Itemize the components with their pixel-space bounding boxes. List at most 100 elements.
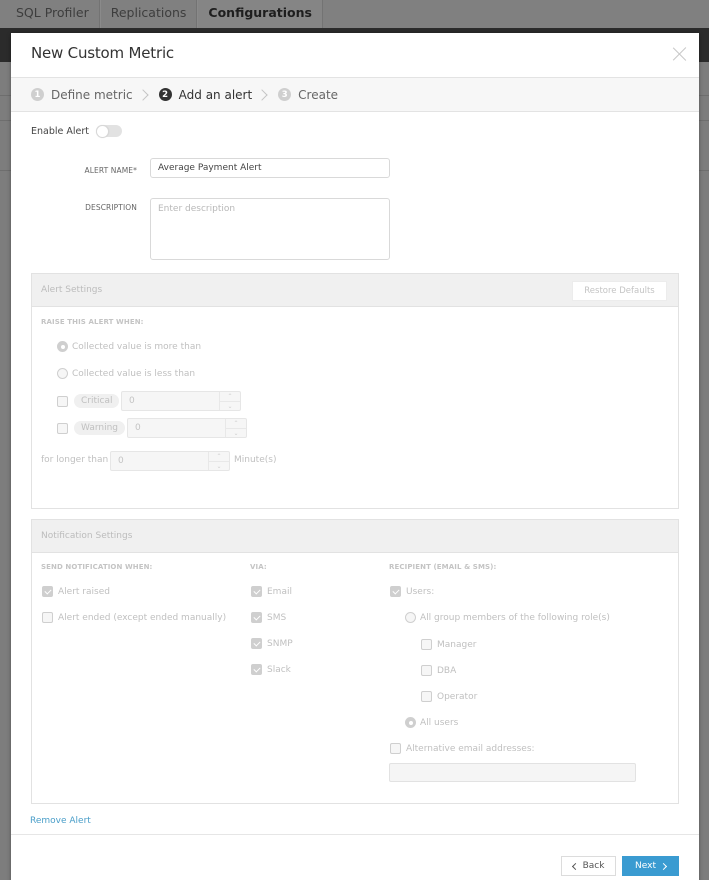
back-label: Back xyxy=(582,861,605,871)
option-label: Collected value is more than xyxy=(72,341,202,352)
radio-icon xyxy=(405,612,416,623)
notification-settings-header: Notification Settings xyxy=(32,520,678,553)
chevron-right-icon xyxy=(136,88,149,101)
warning-checkbox[interactable]: Warning xyxy=(57,421,126,435)
notification-settings-panel: Notification Settings SEND NOTIFICATION … xyxy=(31,519,679,804)
chevron-up-icon[interactable]: ⌃ xyxy=(226,419,246,429)
description-input[interactable] xyxy=(150,198,390,260)
wizard-steps: 1 Define metric 2 Add an alert 3 Create xyxy=(11,77,699,112)
back-button[interactable]: Back xyxy=(561,856,616,876)
step-define-metric[interactable]: 1 Define metric xyxy=(31,88,133,102)
via-snmp-checkbox[interactable]: SNMP xyxy=(251,638,293,649)
chevron-down-icon[interactable]: ⌄ xyxy=(220,402,240,411)
role-manager-checkbox[interactable]: Manager xyxy=(421,639,476,650)
checkbox-checked-icon xyxy=(42,586,53,597)
alert-settings-panel: Alert Settings Restore Defaults RAISE TH… xyxy=(31,273,679,509)
step-number: 1 xyxy=(31,88,44,101)
step-label: Define metric xyxy=(51,87,133,102)
toggle-knob xyxy=(96,124,109,138)
critical-value-stepper[interactable]: 0 ⌃ ⌄ xyxy=(121,391,241,411)
checkbox-icon xyxy=(390,743,401,754)
chevron-left-icon xyxy=(571,862,579,870)
stepper-value: 0 xyxy=(129,396,135,406)
checkbox-label: Users: xyxy=(406,586,435,597)
role-operator-checkbox[interactable]: Operator xyxy=(421,691,477,702)
duration-unit: Minute(s) xyxy=(234,455,277,465)
alert-settings-header: Alert Settings Restore Defaults xyxy=(32,274,678,307)
modal-title: New Custom Metric xyxy=(31,44,174,62)
close-icon[interactable] xyxy=(673,47,687,61)
background-nav: SQL Profiler Replications Configurations xyxy=(0,0,709,28)
nav-tab-replications[interactable]: Replications xyxy=(99,0,198,28)
modal-footer: Back Next xyxy=(11,834,699,880)
checkbox-icon xyxy=(421,691,432,702)
group-members-radio[interactable]: All group members of the following role(… xyxy=(405,612,610,623)
nav-tab-configurations[interactable]: Configurations xyxy=(197,0,323,28)
checkbox-label: Manager xyxy=(437,639,477,650)
radio-icon xyxy=(57,368,68,379)
checkbox-label: Operator xyxy=(437,691,478,702)
restore-defaults-button[interactable]: Restore Defaults xyxy=(572,281,667,301)
stepper-arrows[interactable]: ⌃ ⌄ xyxy=(219,392,240,410)
alert-settings-title: Alert Settings xyxy=(41,285,103,295)
enable-alert-row: Enable Alert xyxy=(31,124,122,138)
radio-selected-icon xyxy=(405,717,416,728)
checkbox-icon xyxy=(42,612,53,623)
checkbox-icon xyxy=(57,395,68,407)
checkbox-label: DBA xyxy=(437,665,457,676)
warning-value-stepper[interactable]: 0 ⌃ ⌄ xyxy=(127,418,247,438)
nav-tab-sql-profiler[interactable]: SQL Profiler xyxy=(0,0,100,28)
alert-name-label: ALERT NAME* xyxy=(84,166,137,175)
step-number: 2 xyxy=(158,88,172,101)
via-slack-checkbox[interactable]: Slack xyxy=(251,664,291,675)
option-more-than[interactable]: Collected value is more than xyxy=(57,341,201,352)
stepper-value: 0 xyxy=(118,456,124,466)
critical-checkbox[interactable]: Critical xyxy=(57,394,120,408)
step-number: 3 xyxy=(278,88,292,101)
checkbox-label: Alternative email addresses: xyxy=(406,743,535,754)
checkbox-label: Alert raised xyxy=(58,586,110,597)
step-add-alert[interactable]: 2 Add an alert xyxy=(158,87,253,102)
step-label: Add an alert xyxy=(178,87,253,102)
chevron-down-icon[interactable]: ⌄ xyxy=(209,462,229,471)
alert-raised-checkbox[interactable]: Alert raised xyxy=(42,586,110,597)
alert-name-input[interactable] xyxy=(150,158,390,178)
via-sms-checkbox[interactable]: SMS xyxy=(251,612,286,623)
radio-label: All group members of the following role(… xyxy=(420,612,610,623)
chevron-right-icon xyxy=(659,862,668,870)
users-checkbox[interactable]: Users: xyxy=(390,586,434,597)
chevron-down-icon[interactable]: ⌄ xyxy=(226,429,246,438)
checkbox-label: Alert ended (except ended manually) xyxy=(58,612,227,623)
checkbox-checked-icon xyxy=(251,664,262,675)
alert-ended-checkbox[interactable]: Alert ended (except ended manually) xyxy=(42,612,226,623)
role-dba-checkbox[interactable]: DBA xyxy=(421,665,456,676)
warning-pill: Warning xyxy=(74,421,126,435)
duration-stepper[interactable]: 0 ⌃ ⌄ xyxy=(110,451,230,471)
radio-selected-icon xyxy=(57,341,68,352)
stepper-arrows[interactable]: ⌃ ⌄ xyxy=(208,452,229,470)
checkbox-checked-icon xyxy=(251,586,262,597)
radio-label: All users xyxy=(420,717,459,728)
checkbox-checked-icon xyxy=(390,586,401,597)
checkbox-icon xyxy=(421,665,432,676)
via-email-checkbox[interactable]: Email xyxy=(251,586,292,597)
option-less-than[interactable]: Collected value is less than xyxy=(57,368,195,379)
alt-email-input[interactable] xyxy=(389,763,636,782)
alt-email-checkbox[interactable]: Alternative email addresses: xyxy=(390,743,535,754)
recipient-label: RECIPIENT (EMAIL & SMS): xyxy=(389,563,497,571)
next-label: Next xyxy=(635,861,656,871)
option-label: Collected value is less than xyxy=(72,368,196,379)
step-create[interactable]: 3 Create xyxy=(278,88,338,102)
remove-alert-link[interactable]: Remove Alert xyxy=(30,816,91,826)
chevron-up-icon[interactable]: ⌃ xyxy=(209,452,229,462)
all-users-radio[interactable]: All users xyxy=(405,717,458,728)
critical-pill: Critical xyxy=(74,394,120,408)
next-button[interactable]: Next xyxy=(622,856,679,876)
checkbox-label: Email xyxy=(267,586,292,597)
checkbox-label: SMS xyxy=(267,612,287,623)
stepper-value: 0 xyxy=(135,423,141,433)
new-custom-metric-modal: New Custom Metric 1 Define metric 2 Add … xyxy=(11,33,699,880)
chevron-up-icon[interactable]: ⌃ xyxy=(220,392,240,402)
enable-alert-toggle[interactable] xyxy=(96,124,122,138)
stepper-arrows[interactable]: ⌃ ⌄ xyxy=(225,419,246,437)
